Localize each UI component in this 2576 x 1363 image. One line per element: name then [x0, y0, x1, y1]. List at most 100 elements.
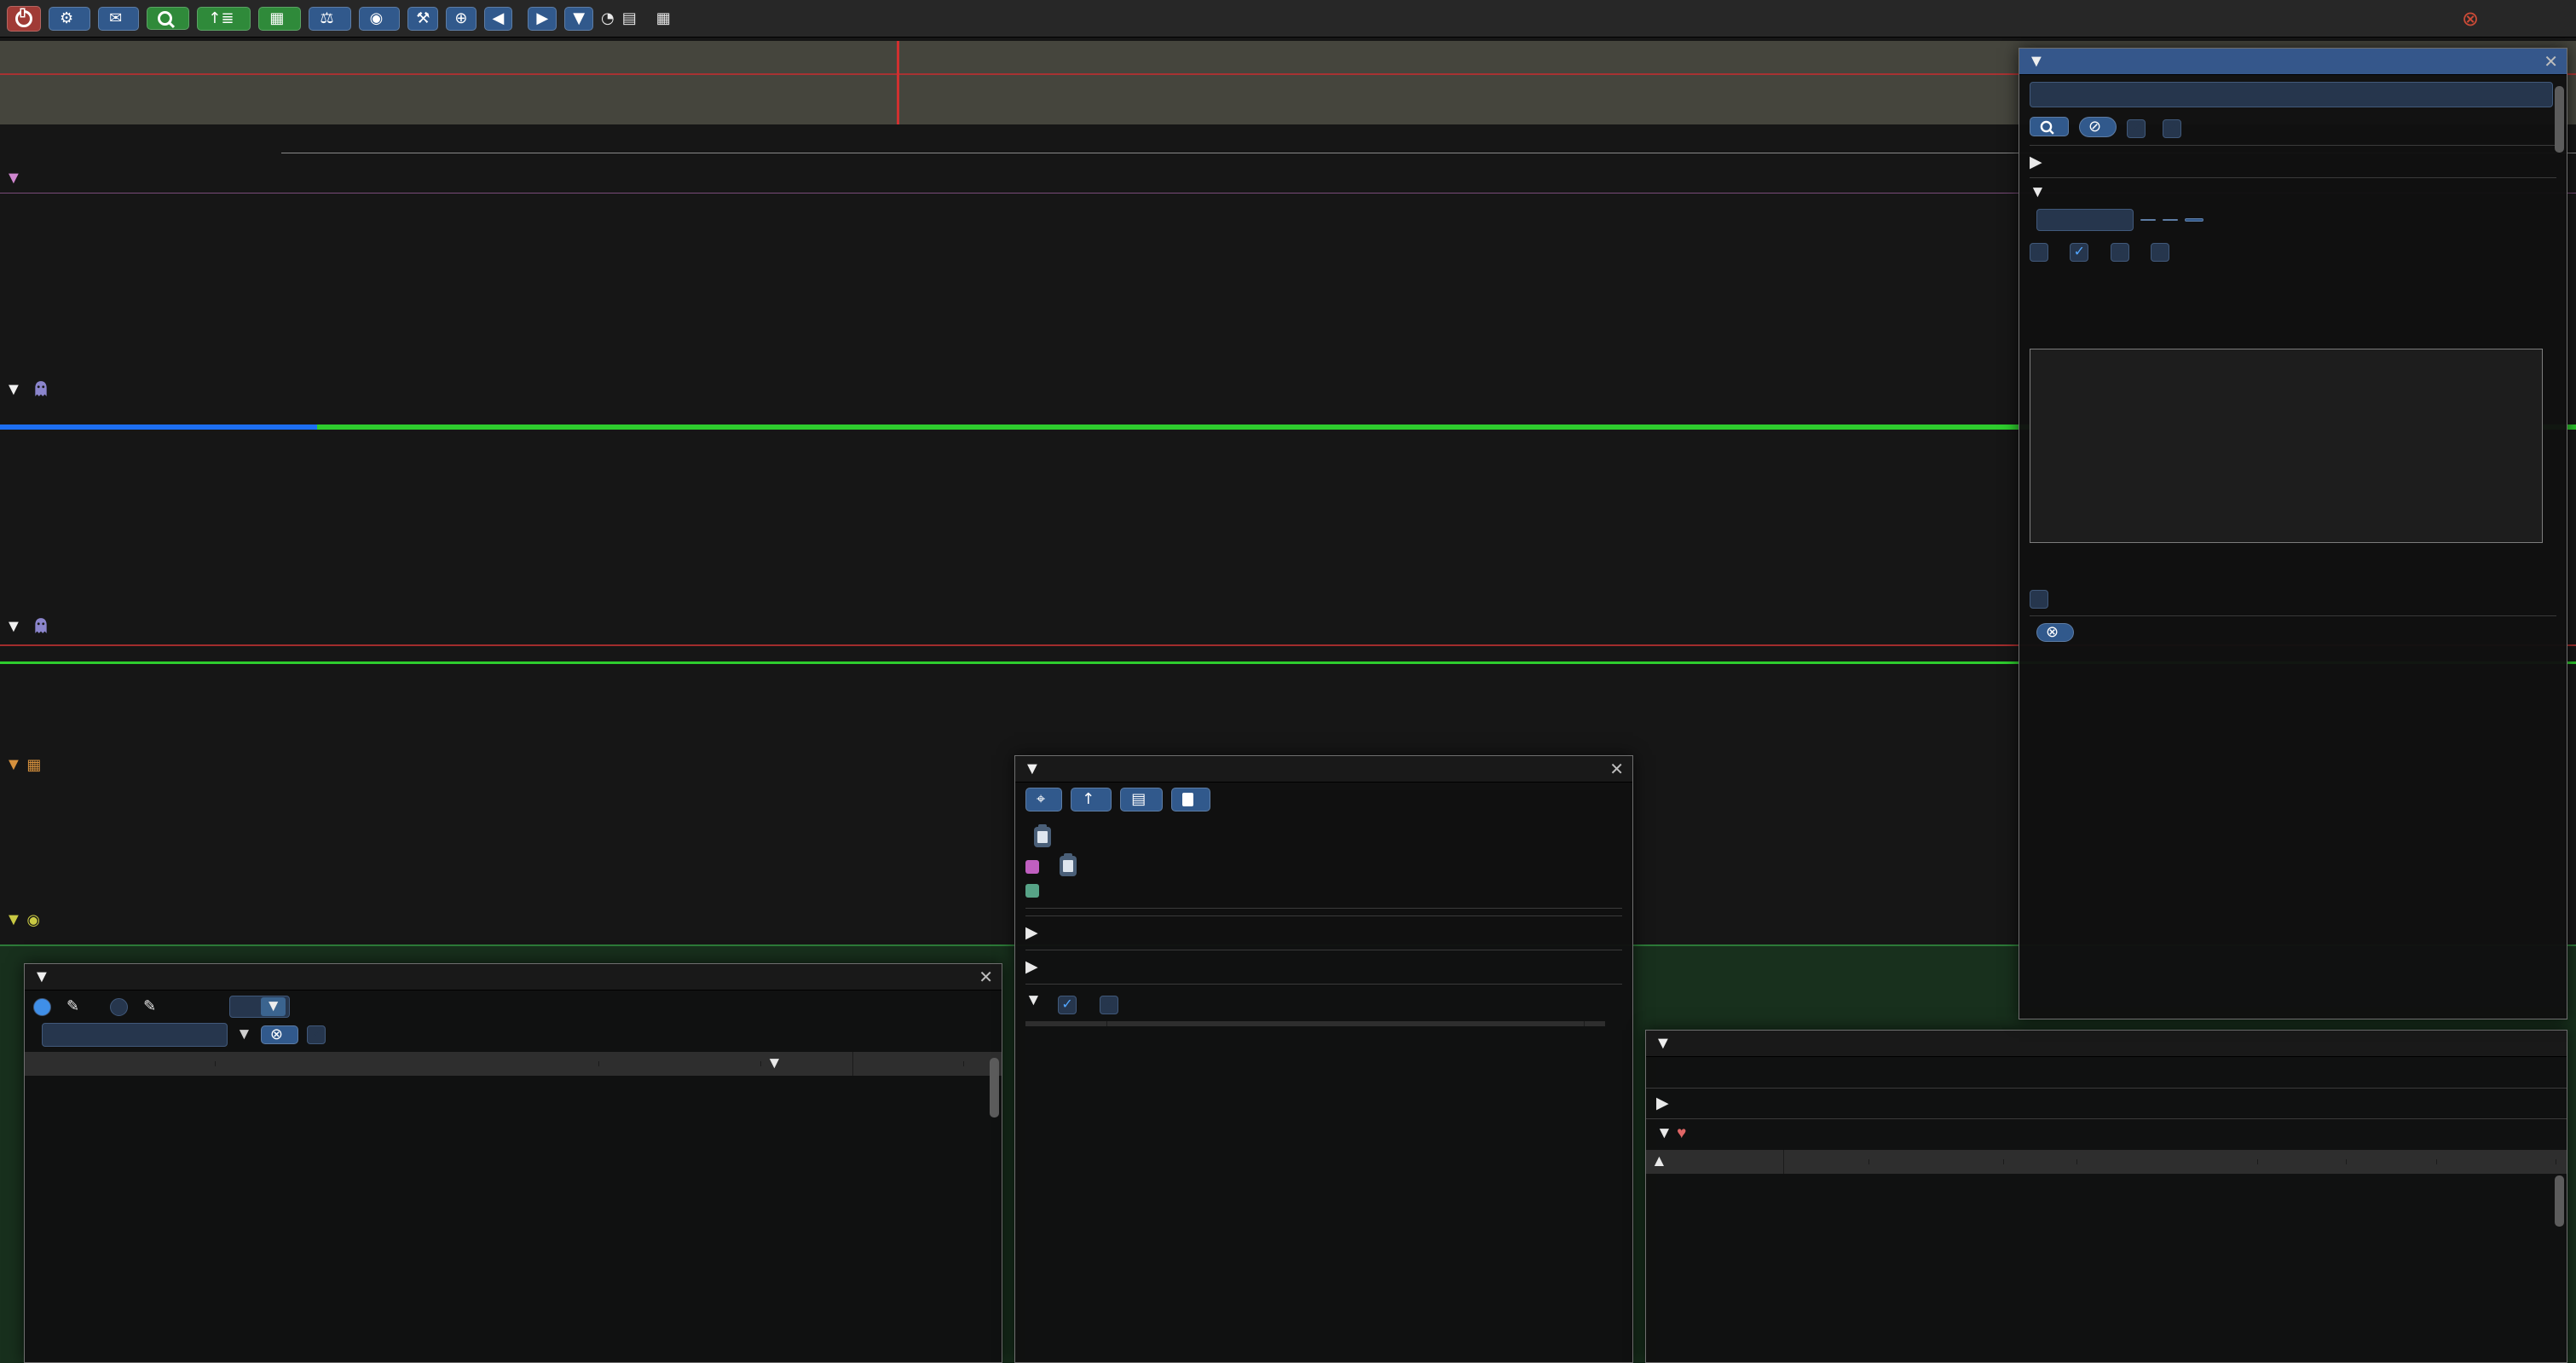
found-clear-button[interactable]: ⊗ — [2036, 623, 2074, 642]
memory-table-header[interactable]: ▲ — [1646, 1150, 2567, 1174]
limit-range-checkbox[interactable]: ✓ — [307, 1025, 326, 1044]
compare-button[interactable]: ⚖ — [309, 7, 350, 31]
streaming-header[interactable]: ▼ — [5, 617, 49, 637]
bin-minus-button[interactable] — [2140, 219, 2156, 221]
main-toolbar: ⚙ ✉ ↑≣ ▦ ⚖ ◉ ⚒ ⊕ ◀ ▶ ▼ ◔ ▤ ▦ ⊗ — [0, 0, 2576, 38]
found-zones-row: ⊗ — [2030, 623, 2556, 642]
close-icon[interactable]: ✕ — [2544, 51, 2558, 72]
zone-statistics-button[interactable]: ▤ — [1120, 788, 1163, 811]
zone-info-titlebar[interactable]: ▼ ✕ — [1015, 756, 1632, 783]
memory-titlebar[interactable]: ▼ — [1646, 1031, 2567, 1057]
self-time-checkbox[interactable]: ✓ — [2151, 243, 2169, 262]
zone-source-button[interactable] — [1171, 788, 1210, 811]
zoom-button[interactable]: ⊕ — [446, 7, 476, 31]
statistics-button[interactable]: ↑≣ — [197, 7, 251, 31]
scales-icon: ⚖ — [320, 11, 333, 26]
group-mean-row — [2030, 321, 2556, 340]
clear-icon: ⊗ — [2046, 625, 2059, 640]
frame-select-button[interactable]: ▼ — [564, 7, 593, 31]
log-time-checkbox[interactable]: ✓ — [2070, 243, 2088, 262]
up-arrow-icon: ↑ — [1082, 792, 1095, 807]
ignore-case-checkbox[interactable]: ✓ — [2127, 119, 2146, 138]
power-button[interactable] — [7, 6, 41, 32]
tools-button[interactable]: ⚒ — [407, 7, 438, 31]
bin-plus-button[interactable] — [2163, 219, 2178, 221]
find-button[interactable] — [2030, 117, 2069, 136]
clear-filter-button[interactable]: ⊗ — [261, 1025, 298, 1044]
find-zone-titlebar[interactable]: ▼ ✕ — [2019, 49, 2567, 75]
play-button[interactable]: ▶ — [528, 7, 557, 31]
info-button[interactable]: ◉ — [359, 7, 401, 31]
gear-icon: ⚙ — [60, 11, 73, 26]
capture-clock: ▤ — [622, 9, 637, 28]
options-button[interactable]: ⚙ — [49, 7, 90, 31]
statistics-filterbar: ▼ ⊗ ✓ — [25, 1023, 1002, 1052]
histogram-options-row: ✓ ✓ ✓ ✓ — [2030, 239, 2556, 262]
ghost-icon — [33, 617, 49, 634]
funnel-icon[interactable]: ▼ — [236, 1025, 252, 1044]
connection-lost-icon: ⊗ — [2462, 9, 2479, 29]
memory-button[interactable]: ▦ — [258, 7, 301, 31]
statistics-table[interactable] — [25, 1076, 1002, 1363]
glthread-header[interactable]: ▼ — [5, 380, 49, 400]
zoom-plus-icon: ⊕ — [454, 11, 467, 26]
allocations-list-toggle[interactable]: ▶ — [1025, 957, 1622, 977]
tracy-profiler-window: ⚙ ✉ ↑≣ ▦ ⚖ ◉ ⚒ ⊕ ◀ ▶ ▼ ◔ ▤ ▦ ⊗ ▼ ▼ ▼ — [0, 0, 2576, 1363]
memory-table[interactable] — [1646, 1174, 2567, 1363]
memory-icon: ▦ — [269, 11, 284, 26]
copy-clipboard-icon[interactable] — [1060, 856, 1077, 876]
wrench-icon: ⚒ — [416, 11, 430, 26]
cumulate-checkbox[interactable]: ✓ — [2111, 243, 2129, 262]
memory-usage-header[interactable]: ▼ ▦ — [5, 755, 41, 775]
find-zone-window: ▼ ✕ ⊘ ✓ ✓ ▶ ▼ ✓ ✓ ✓ — [2019, 48, 2567, 1019]
histogram-plot[interactable] — [2030, 349, 2543, 543]
statistics-modebar: ✎ ✎ ▼ — [25, 990, 1002, 1023]
zone-function-row — [1025, 822, 1622, 849]
find-zone-scrollbar[interactable] — [2555, 86, 2564, 153]
go-to-parent-button[interactable]: ↑ — [1071, 788, 1112, 811]
memory-stats-row — [1646, 1057, 2567, 1086]
filter-input[interactable] — [42, 1023, 228, 1047]
pen2-icon: ✎ — [143, 999, 156, 1014]
find-zone-input[interactable] — [2030, 82, 2553, 107]
min-bin-input[interactable] — [2036, 209, 2134, 231]
active-allocations-toggle[interactable]: ▼ ♥ — [1646, 1121, 2567, 1150]
limit-range-checkbox[interactable]: ✓ — [2163, 119, 2181, 138]
document-icon — [1182, 793, 1193, 806]
find-zone-button[interactable] — [147, 7, 189, 30]
messages-button[interactable]: ✉ — [98, 7, 139, 31]
close-icon[interactable]: ✕ — [979, 967, 993, 988]
instrumentation-radio[interactable] — [33, 998, 51, 1016]
copy-clipboard-icon[interactable] — [1034, 827, 1051, 847]
cpu-data-header[interactable]: ▼ — [5, 169, 22, 188]
wait-regions-toggle[interactable]: ▶ — [1025, 923, 1622, 943]
messages-toggle[interactable]: ▼ ✓ ✓ — [1025, 991, 1622, 1014]
exclude-children-checkbox[interactable]: ✓ — [1100, 996, 1118, 1014]
timing-dropdown[interactable]: ▼ — [229, 996, 290, 1018]
allocations-group-toggle[interactable]: ▶ — [1646, 1090, 2567, 1117]
show-zone-time-checkbox[interactable]: ✓ — [2030, 590, 2048, 609]
zoom-to-zone-button[interactable]: ⌖ — [1025, 788, 1062, 811]
statistics-window: ▼ ✕ ✎ ✎ ▼ ▼ ⊗ ✓ ▼ — [24, 963, 1002, 1363]
prev-frame-button[interactable]: ◀ — [484, 7, 513, 31]
histogram-toggle[interactable]: ▼ — [2030, 183, 2556, 202]
play-icon: ▶ — [536, 11, 548, 26]
clear-icon: ⊗ — [270, 1027, 283, 1042]
stats-icon: ↑≣ — [208, 11, 234, 26]
statistics-table-header[interactable]: ▼ — [25, 1052, 1002, 1076]
sampling-radio[interactable] — [110, 998, 128, 1016]
min-bin-row — [2030, 209, 2556, 231]
bin-reset-button[interactable] — [2185, 218, 2203, 222]
statistics-scrollbar[interactable] — [990, 1058, 999, 1118]
matched-locations-toggle[interactable]: ▶ — [2030, 153, 2556, 172]
heart-icon: ♥ — [1677, 1124, 1686, 1142]
clear-button[interactable]: ⊘ — [2079, 117, 2117, 137]
histogram-axis — [2030, 543, 2541, 577]
cpu-usage-header[interactable]: ▼ ◉ — [5, 910, 40, 930]
glthread-blue-span — [0, 424, 317, 430]
close-icon[interactable]: ✕ — [1609, 759, 1624, 780]
relative-time-checkbox[interactable]: ✓ — [1058, 996, 1077, 1014]
statistics-titlebar[interactable]: ▼ ✕ — [25, 964, 1002, 990]
log-values-checkbox[interactable]: ✓ — [2030, 243, 2048, 262]
memory-scrollbar[interactable] — [2555, 1175, 2564, 1227]
